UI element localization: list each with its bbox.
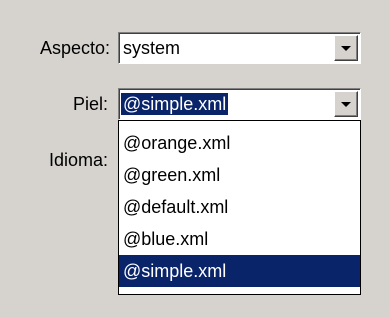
piel-option[interactable]: @green.xml — [119, 159, 360, 191]
chevron-down-icon — [341, 46, 351, 51]
piel-option-selected[interactable]: @simple.xml — [119, 255, 360, 287]
idioma-label: Idioma: — [48, 150, 108, 170]
piel-option[interactable]: @orange.xml — [119, 127, 360, 159]
piel-options-list: @orange.xml @green.xml @default.xml @blu… — [118, 120, 361, 295]
piel-label: Piel: — [72, 94, 108, 114]
piel-select-value: @simple.xml — [121, 93, 229, 115]
aspecto-select[interactable]: system — [118, 32, 361, 64]
aspecto-select-value: system — [123, 38, 181, 58]
piel-select[interactable]: @simple.xml — [118, 88, 361, 120]
piel-dropdown-button[interactable] — [334, 91, 358, 117]
aspecto-dropdown-button[interactable] — [334, 35, 358, 61]
aspecto-label: Aspecto: — [39, 38, 110, 58]
piel-option[interactable]: @default.xml — [119, 191, 360, 223]
piel-option[interactable]: @blue.xml — [119, 223, 360, 255]
chevron-down-icon — [341, 102, 351, 107]
